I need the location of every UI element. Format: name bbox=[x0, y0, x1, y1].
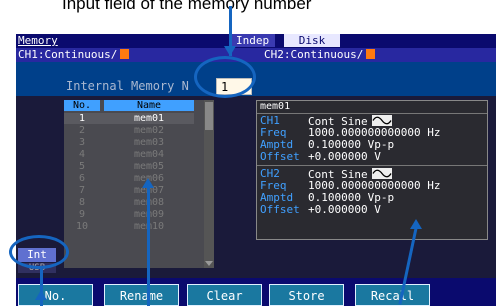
softkey-rename-button[interactable]: Rename bbox=[104, 284, 179, 306]
table-scrollbar[interactable] bbox=[204, 100, 214, 268]
table-row[interactable]: 6 mem06 bbox=[64, 173, 194, 184]
callout-line-table bbox=[147, 186, 150, 306]
table-row[interactable]: 9mem09 bbox=[64, 209, 194, 220]
ch1-offset-label: Offset bbox=[260, 150, 300, 163]
sine-wave-icon bbox=[371, 115, 392, 126]
row-name: mem04 bbox=[133, 149, 165, 160]
annotation-caption: Input field of the memory number bbox=[0, 0, 496, 26]
annotation-text: Input field of the memory number bbox=[62, 0, 312, 13]
ch1-status: CH1:Continuous/ bbox=[18, 48, 130, 62]
tab-indep[interactable]: Indep bbox=[230, 34, 276, 47]
softkey-clear-button[interactable]: Clear bbox=[187, 284, 262, 306]
table-row[interactable]: 1 mem01 bbox=[64, 113, 194, 124]
softkey-store-button[interactable]: Store bbox=[269, 284, 344, 306]
divider bbox=[257, 113, 487, 114]
row-no: 3 bbox=[78, 137, 86, 148]
ch1-output-indicator bbox=[120, 49, 130, 59]
row-name: mem05 bbox=[133, 161, 165, 172]
row-name: mem02 bbox=[133, 125, 165, 136]
table-row[interactable]: 8mem08 bbox=[64, 197, 194, 208]
ch2-output-indicator bbox=[366, 49, 376, 59]
scrollbar-thumb[interactable] bbox=[205, 102, 213, 130]
row-no: 6 bbox=[78, 173, 86, 184]
callout-arrow-down-icon bbox=[224, 46, 236, 56]
callout-oval-number-field bbox=[194, 56, 256, 98]
softkey-bar: No. Rename Clear Store Recall bbox=[16, 278, 496, 306]
row-no: 7 bbox=[78, 185, 86, 196]
ch2-offset-row: Offset +0.000000 V bbox=[260, 204, 486, 216]
row-no: 8 bbox=[78, 197, 86, 208]
row-no: 4 bbox=[78, 149, 86, 160]
ch2-offset-value: +0.000000 V bbox=[308, 203, 381, 216]
memory-table: No. Name 1 mem01 2 mem02 3 mem03 4 mem04 5 me… bbox=[64, 100, 204, 268]
row-no: 2 bbox=[78, 125, 86, 136]
callout-arrow-up-icon bbox=[410, 219, 422, 229]
table-row[interactable]: 5 mem05 bbox=[64, 161, 194, 172]
callout-oval-int bbox=[9, 235, 69, 269]
ch2-status-text: CH2:Continuous/ bbox=[264, 48, 364, 61]
callout-line-int bbox=[40, 269, 43, 306]
ch1-offset-row: Offset +0.000000 V bbox=[260, 151, 486, 163]
table-header-name: Name bbox=[104, 100, 194, 111]
ch2-offset-label: Offset bbox=[260, 203, 300, 216]
row-no: 5 bbox=[78, 161, 86, 172]
table-row[interactable]: 10mem10 bbox=[64, 221, 194, 232]
callout-arrow-up-icon bbox=[142, 178, 154, 188]
table-row[interactable]: 7mem07 bbox=[64, 185, 194, 196]
sine-wave-icon bbox=[371, 168, 392, 179]
softkey-recall-button[interactable]: Recall bbox=[355, 284, 430, 306]
row-no: 10 bbox=[75, 221, 89, 232]
softkey-no-button[interactable]: No. bbox=[18, 284, 93, 306]
row-name: mem01 bbox=[133, 113, 165, 124]
divider bbox=[257, 165, 487, 166]
ch1-offset-value: +0.000000 V bbox=[308, 150, 381, 163]
tab-disk[interactable]: Disk bbox=[284, 34, 340, 47]
channel-status-bar: CH1:Continuous/ CH2:Continuous/ bbox=[16, 48, 496, 62]
title-bar: Memory Indep Disk bbox=[16, 34, 496, 48]
window-title: Memory bbox=[18, 34, 58, 47]
instrument-screen: Memory Indep Disk CH1:Continuous/ CH2:Co… bbox=[16, 34, 496, 306]
row-name: mem03 bbox=[133, 137, 165, 148]
row-no: 1 bbox=[78, 113, 86, 124]
ch2-status: CH2:Continuous/ bbox=[264, 48, 376, 62]
detail-name: mem01 bbox=[260, 101, 291, 112]
ch1-status-text: CH1:Continuous/ bbox=[18, 48, 118, 61]
scroll-down-icon[interactable] bbox=[205, 261, 213, 266]
memory-detail-panel: mem01 CH1 Cont Sine Freq 1000.000000000000… bbox=[256, 100, 488, 240]
memory-number-label: Internal Memory N bbox=[66, 79, 189, 93]
table-row[interactable]: 2 mem02 bbox=[64, 125, 194, 136]
table-row[interactable]: 3 mem03 bbox=[64, 137, 194, 148]
table-row[interactable]: 4 mem04 bbox=[64, 149, 194, 160]
callout-arrow-up-icon bbox=[35, 290, 47, 300]
row-no: 9 bbox=[78, 209, 86, 220]
table-header-no: No. bbox=[64, 100, 100, 111]
